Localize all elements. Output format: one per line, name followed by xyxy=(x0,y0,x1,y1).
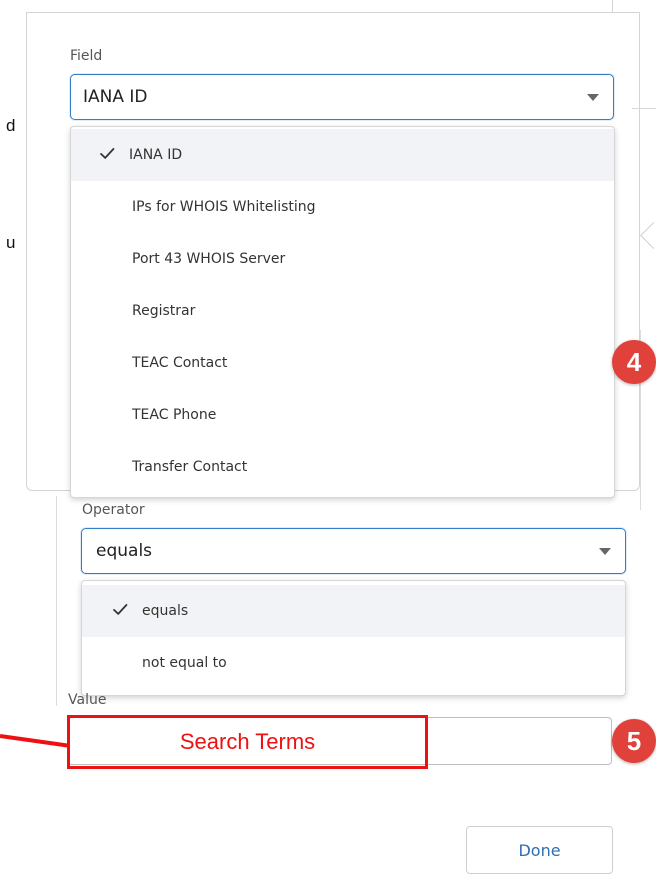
field-select[interactable]: IANA ID xyxy=(70,74,614,120)
check-icon xyxy=(113,604,128,615)
operator-section-border xyxy=(56,496,57,706)
background-text-fragment: u xyxy=(6,233,16,252)
operator-option-label: not equal to xyxy=(142,655,227,671)
annotation-highlight-box: Search Terms xyxy=(67,715,428,769)
field-option[interactable]: Transfer Contact xyxy=(71,441,614,493)
field-option[interactable]: Registrar xyxy=(71,285,614,337)
value-label: Value xyxy=(68,692,107,708)
step-badge: 4 xyxy=(612,340,656,384)
field-option-label: TEAC Phone xyxy=(132,407,217,423)
popover-caret xyxy=(640,222,656,249)
operator-option[interactable]: not equal to xyxy=(82,637,625,689)
field-option[interactable]: IPs for WHOIS Whitelisting xyxy=(71,181,614,233)
field-option-label: Port 43 WHOIS Server xyxy=(132,251,286,267)
operator-option[interactable]: equals xyxy=(82,585,625,637)
background-text-fragment: d xyxy=(6,116,16,135)
field-option-label: IPs for WHOIS Whitelisting xyxy=(132,199,316,215)
operator-label: Operator xyxy=(82,502,145,518)
done-button[interactable]: Done xyxy=(466,826,613,874)
chevron-down-icon xyxy=(599,548,611,555)
field-option[interactable]: TEAC Contact xyxy=(71,337,614,389)
field-option[interactable]: Port 43 WHOIS Server xyxy=(71,233,614,285)
panel-edge-line xyxy=(612,0,613,12)
step-badge: 5 xyxy=(612,719,656,763)
operator-option-label: equals xyxy=(142,603,189,619)
field-dropdown-menu: IANA ID IPs for WHOIS Whitelisting Port … xyxy=(70,126,615,498)
field-label: Field xyxy=(70,48,103,64)
annotation-label: Search Terms xyxy=(179,729,316,754)
annotation-pointer-line xyxy=(0,734,68,748)
field-option[interactable]: TEAC Phone xyxy=(71,389,614,441)
check-icon xyxy=(100,147,115,159)
side-divider xyxy=(632,108,656,109)
operator-select-value: equals xyxy=(96,541,153,561)
field-select-value: IANA ID xyxy=(83,87,148,107)
field-option-label: Transfer Contact xyxy=(132,459,248,475)
field-option-label: Registrar xyxy=(132,303,196,319)
chevron-down-icon xyxy=(587,94,599,101)
field-option[interactable]: IANA ID xyxy=(71,129,614,181)
field-option-label: IANA ID xyxy=(129,147,183,163)
field-option-label: TEAC Contact xyxy=(132,355,228,371)
operator-select[interactable]: equals xyxy=(81,528,626,574)
operator-dropdown-menu: equals not equal to xyxy=(81,580,626,696)
